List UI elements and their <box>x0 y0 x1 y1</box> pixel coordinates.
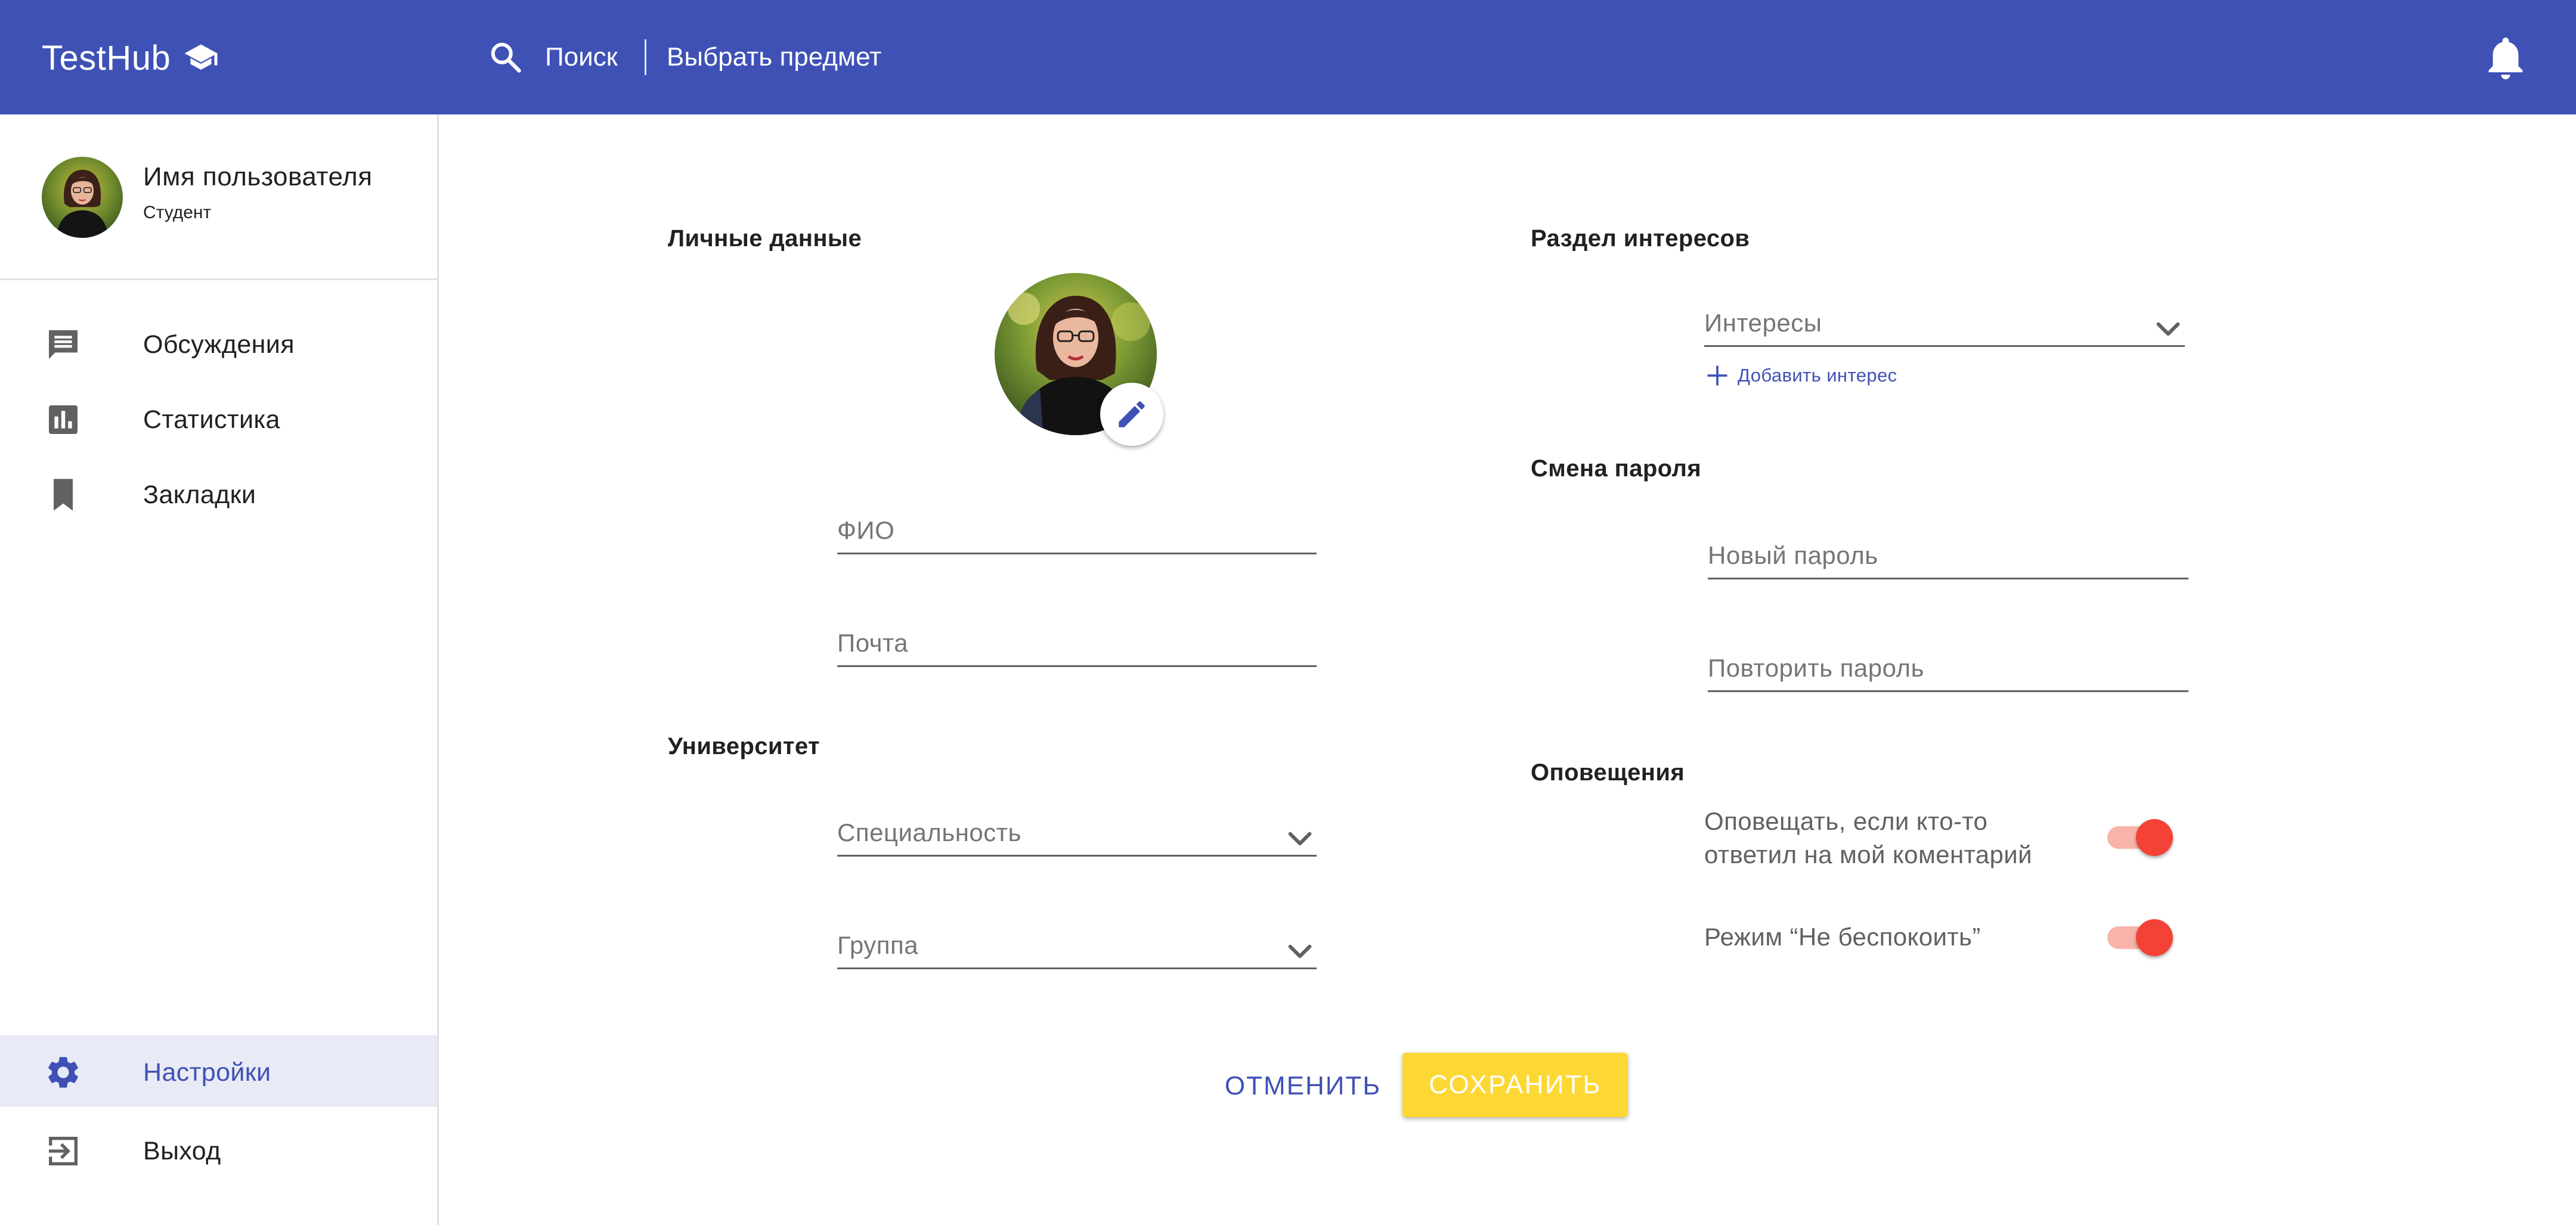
password-title: Смена пароля <box>1531 455 1702 482</box>
top-app-bar: TestHub Поиск Выбрать предмет <box>0 0 2576 114</box>
search-button[interactable]: Поиск <box>545 38 618 76</box>
chevron-down-icon <box>1288 944 1312 959</box>
sidebar-item-label: Обсуждения <box>143 330 295 359</box>
repeat-password-field[interactable]: Повторить пароль <box>1708 650 2188 692</box>
personal-data-title: Личные данные <box>668 225 862 252</box>
gear-icon <box>48 1057 78 1088</box>
dnd-label: Режим “Не беспокоить” <box>1704 923 1981 951</box>
plus-icon <box>1707 365 1727 386</box>
avatar[interactable] <box>42 157 123 238</box>
profile-name: Имя пользователя <box>143 162 373 191</box>
save-button[interactable]: СОХРАНИТЬ <box>1402 1053 1628 1117</box>
university-title: Университет <box>668 733 820 759</box>
fio-field[interactable]: ФИО <box>837 513 1317 554</box>
interests-select[interactable]: Интересы <box>1704 305 2185 347</box>
fio-label: ФИО <box>837 516 895 544</box>
add-interest-label: Добавить интерес <box>1738 365 1897 386</box>
brand-logo[interactable]: TestHub <box>42 31 219 85</box>
interests-label: Интересы <box>1704 309 1822 337</box>
sidebar-item-bookmarks[interactable]: Закладки <box>0 458 437 529</box>
repeat-password-label: Повторить пароль <box>1708 654 1924 682</box>
reply-notification-toggle[interactable] <box>2106 818 2175 857</box>
specialty-label: Специальность <box>837 818 1021 846</box>
email-field[interactable]: Почта <box>837 625 1317 667</box>
dnd-toggle[interactable] <box>2106 918 2175 957</box>
sidebar-item-label: Закладки <box>143 480 256 509</box>
sidebar-item-discussions[interactable]: Обсуждения <box>0 308 437 379</box>
pencil-icon <box>1119 401 1145 427</box>
sidebar-item-settings[interactable]: Настройки <box>0 1035 437 1107</box>
brand-name: TestHub <box>42 38 171 77</box>
sidebar-item-label: Настройки <box>143 1058 271 1087</box>
bar-chart-icon <box>49 405 78 434</box>
bookmark-icon <box>54 479 73 511</box>
chat-icon <box>49 330 78 359</box>
reply-notification-line2: ответил на мой коментарий <box>1704 841 2032 869</box>
select-subject-button[interactable]: Выбрать предмет <box>667 38 881 76</box>
logout-icon <box>49 1137 78 1165</box>
graduation-cap-icon <box>184 44 218 70</box>
new-password-field[interactable]: Новый пароль <box>1708 538 2188 579</box>
topbar-divider <box>645 39 646 75</box>
group-label: Группа <box>837 931 919 959</box>
edit-photo-button[interactable] <box>1100 383 1163 446</box>
toggle-thumb <box>2136 819 2173 856</box>
add-interest-button[interactable]: Добавить интерес <box>1704 360 1897 391</box>
bell-icon[interactable] <box>2483 33 2528 82</box>
cancel-button[interactable]: ОТМЕНИТЬ <box>1210 1055 1395 1117</box>
profile-role: Студент <box>143 203 212 222</box>
user-profile: Имя пользователя Студент <box>0 114 437 280</box>
sidebar-item-label: Выход <box>143 1137 221 1165</box>
toggle-thumb <box>2136 919 2173 956</box>
reply-notification-label: Оповещать, если кто-то ответил на мой ко… <box>1704 805 2032 872</box>
reply-notification-line1: Оповещать, если кто-то <box>1704 807 1988 835</box>
interests-title: Раздел интересов <box>1531 225 1750 252</box>
sidebar-item-logout[interactable]: Выход <box>0 1114 437 1186</box>
email-label: Почта <box>837 629 909 657</box>
sidebar-item-label: Статистика <box>143 405 280 434</box>
notifications-title: Оповещения <box>1531 759 1685 786</box>
group-select[interactable]: Группа <box>837 928 1317 969</box>
search-icon[interactable] <box>488 39 524 75</box>
chevron-down-icon <box>1288 832 1312 846</box>
sidebar: Имя пользователя Студент Обсуждения Стат… <box>0 114 439 1225</box>
sidebar-item-statistics[interactable]: Статистика <box>0 383 437 454</box>
new-password-label: Новый пароль <box>1708 541 1878 569</box>
chevron-down-icon <box>2156 322 2180 336</box>
specialty-select[interactable]: Специальность <box>837 815 1317 857</box>
